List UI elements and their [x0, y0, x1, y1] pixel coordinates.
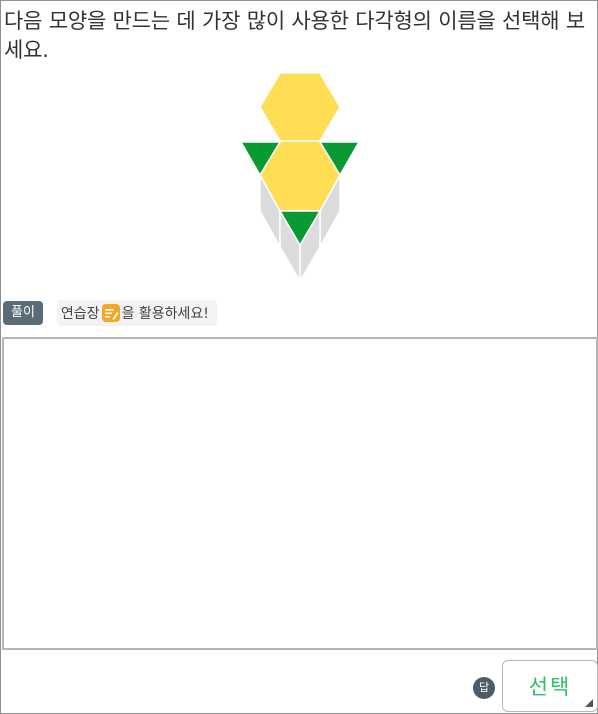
- answer-select-label: 선택: [528, 675, 572, 699]
- answer-select[interactable]: 선택: [502, 660, 598, 712]
- problem-frame: 다음 모양을 만드는 데 가장 많이 사용한 다각형의 이름을 선택해 보세요.…: [0, 0, 598, 714]
- hint-text-after: 을 활용하세요!: [121, 306, 209, 322]
- question-text: 다음 모양을 만드는 데 가장 많이 사용한 다각형의 이름을 선택해 보세요.: [4, 9, 585, 62]
- hint-pill: 연습장 을 활용하세요!: [56, 300, 217, 326]
- pattern-block-figure: [239, 72, 361, 284]
- dropdown-arrow-icon: [585, 699, 593, 707]
- hint-text-before: 연습장: [60, 306, 100, 322]
- answer-badge: 답: [473, 677, 495, 699]
- solve-badge: 풀이: [3, 301, 43, 325]
- hexagon-top: [259, 72, 341, 142]
- pencil-icon: [101, 304, 120, 322]
- solve-row: 풀이 연습장 을 활용하세요!: [3, 300, 217, 326]
- drawing-work-area[interactable]: [2, 337, 598, 650]
